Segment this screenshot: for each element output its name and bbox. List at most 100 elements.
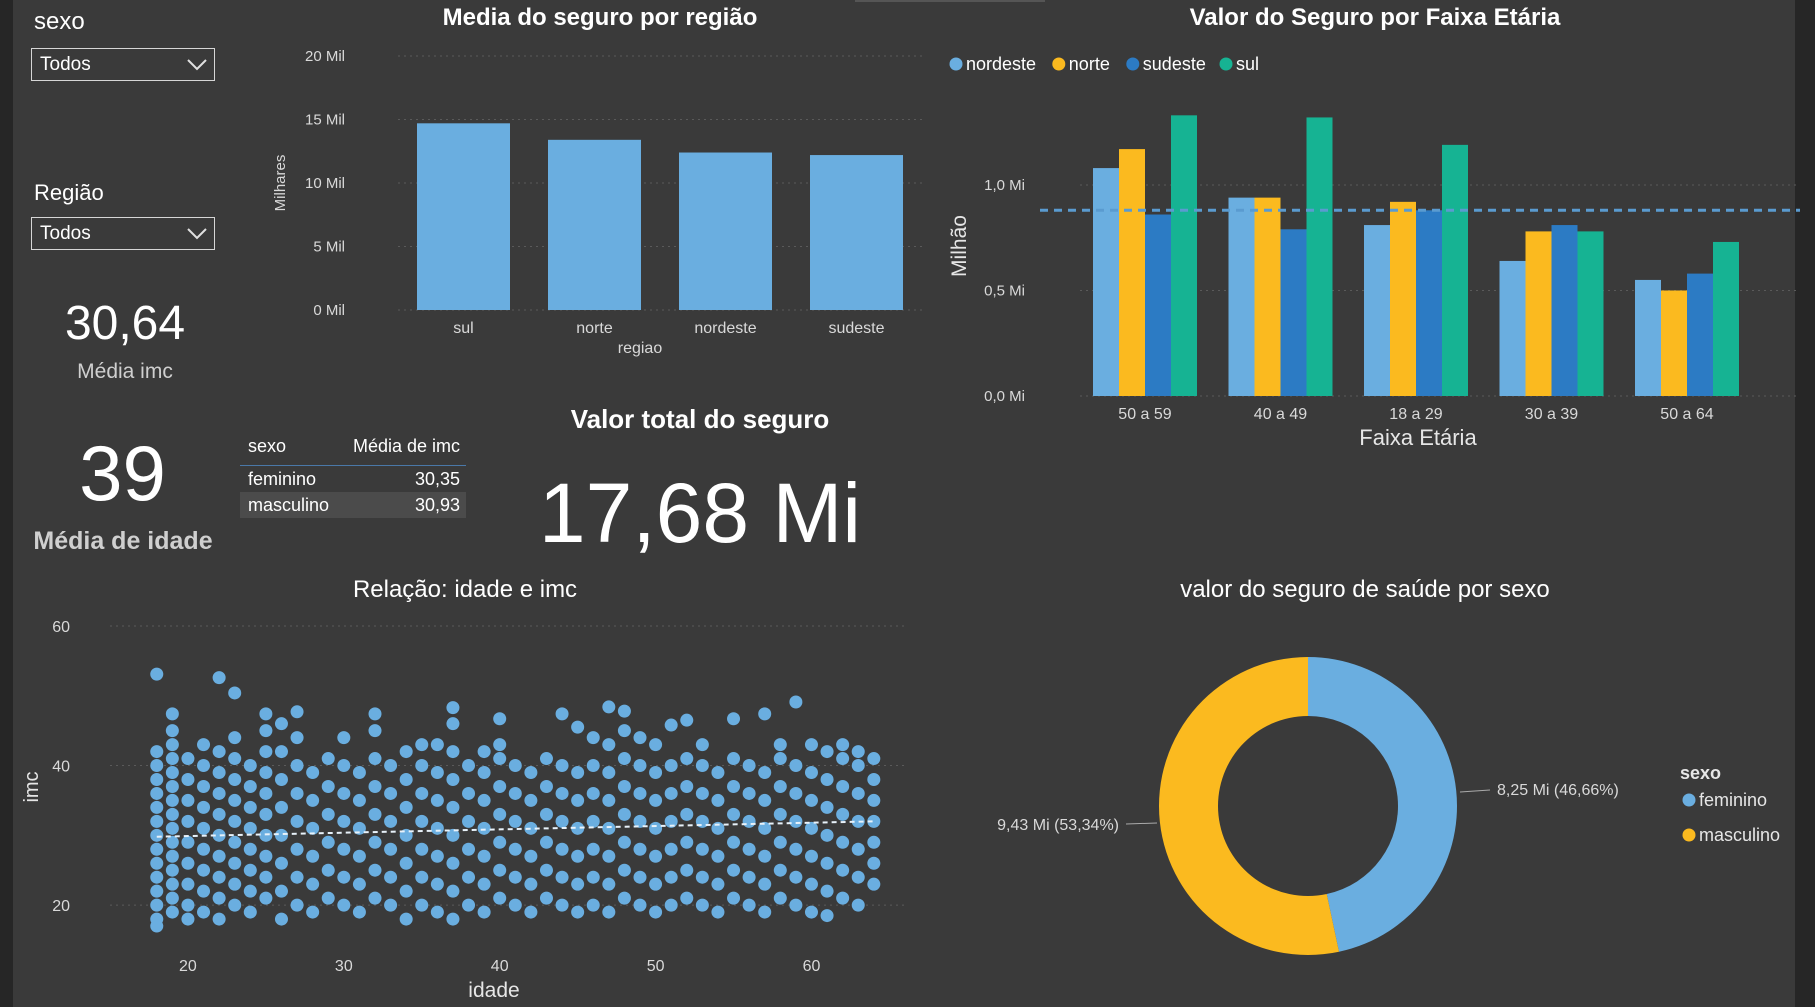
scatter-point [773,738,787,752]
scatter-point [789,786,803,800]
scatter-point [228,898,242,912]
scatter-point [617,752,631,766]
scatter-point [571,793,585,807]
scatter-point [742,842,756,856]
scatter-point [446,884,460,898]
scatter-point [602,905,616,919]
scatter-point [212,807,226,821]
legend-label-sul: sul [1236,54,1259,74]
scatter-point [851,842,865,856]
scatter-point [181,912,195,926]
legend-marker-masculino [1682,828,1696,842]
y-tick-label: 20 Mil [305,48,345,65]
scatter-point [664,786,678,800]
scatter-point [758,707,772,721]
scatter-point [758,766,772,780]
scatter-point [727,891,741,905]
y-tick-label: 0,5 Mi [984,282,1025,299]
seguro-sexo-title: valor do seguro de saúde por sexo [1180,576,1550,603]
x-tick-label: norte [576,320,613,337]
bar-sudeste-18a29 [1416,210,1442,396]
scatter-point [165,766,179,780]
y-tick-label: 60 [52,619,70,636]
scatter-point [197,759,211,773]
media-imc-value: 30,64 [64,297,186,350]
scatter-point [820,884,834,898]
scatter-point [493,752,507,766]
scatter-point [274,856,288,870]
scatter-point [228,793,242,807]
scatter-point [212,870,226,884]
scatter-point [804,877,818,891]
scatter-point [711,793,725,807]
scatter-point [477,745,491,759]
scatter-point [352,849,366,863]
scatter-point [399,772,413,786]
scatter-point [711,821,725,835]
scatter-point [664,870,678,884]
scatter-point [197,738,211,752]
legend-title: sexo [1680,763,1721,783]
chevron-down-icon [187,228,207,240]
scatter-point [555,814,569,828]
scatter-point [477,849,491,863]
scatter-point [602,849,616,863]
seguro-sexo-chart: 8,25 Mi (46,66%) 9,43 Mi (53,34%) sexo femi… [997,657,1780,956]
scatter-point [680,835,694,849]
scatter-point [446,772,460,786]
scatter-point [228,835,242,849]
scatter-point [181,835,195,849]
scatter-point [415,870,429,884]
bar-sudeste-50a59 [1145,214,1171,396]
scatter-point [493,738,507,752]
scatter-point [773,807,787,821]
scatter-point [820,856,834,870]
scatter-point [571,905,585,919]
regiao-slicer-label: Região [34,180,104,205]
scatter-point [508,814,522,828]
scatter-point [430,821,444,835]
scatter-point [493,863,507,877]
scatter-point [727,863,741,877]
scatter-point [446,701,460,715]
scatter-point [181,793,195,807]
bar-sul-40a49 [1306,117,1333,397]
scatter-point [415,898,429,912]
scatter-point [321,863,335,877]
scatter-point [259,891,273,905]
table-row[interactable]: feminino 30,35 [240,466,466,492]
regiao-dropdown[interactable]: Todos [31,217,215,250]
legend-label-sudeste: sudeste [1143,54,1206,74]
table-row[interactable]: masculino 30,93 [240,492,466,518]
scatter-point [462,759,476,773]
scatter-point [259,828,273,842]
scatter-point [430,738,444,752]
scatter-point [243,821,257,835]
scatter-point [430,905,444,919]
scatter-point [789,842,803,856]
imc-by-sex-table: sexo Média de imc feminino 30,35 masculi… [240,432,466,518]
scatter-point [851,814,865,828]
scatter-point [524,766,538,780]
scatter-point [415,842,429,856]
scatter-point [150,772,164,786]
scatter-point [197,863,211,877]
bar-sudeste-50a64 [1687,273,1713,396]
scatter-point [259,870,273,884]
scatter-point [555,786,569,800]
scatter-point [867,814,881,828]
scatter-point [555,870,569,884]
scatter-point [789,870,803,884]
scatter-point [212,671,226,685]
scatter-point [680,891,694,905]
scatter-point [680,779,694,793]
scatter-point [633,814,647,828]
scatter-point [368,835,382,849]
scatter-point [727,712,741,726]
scatter-point [602,700,616,714]
scatter-point [820,828,834,842]
sexo-dropdown[interactable]: Todos [31,48,215,81]
scatter-point [352,821,366,835]
scatter-point [836,891,850,905]
scatter-point [415,738,429,752]
